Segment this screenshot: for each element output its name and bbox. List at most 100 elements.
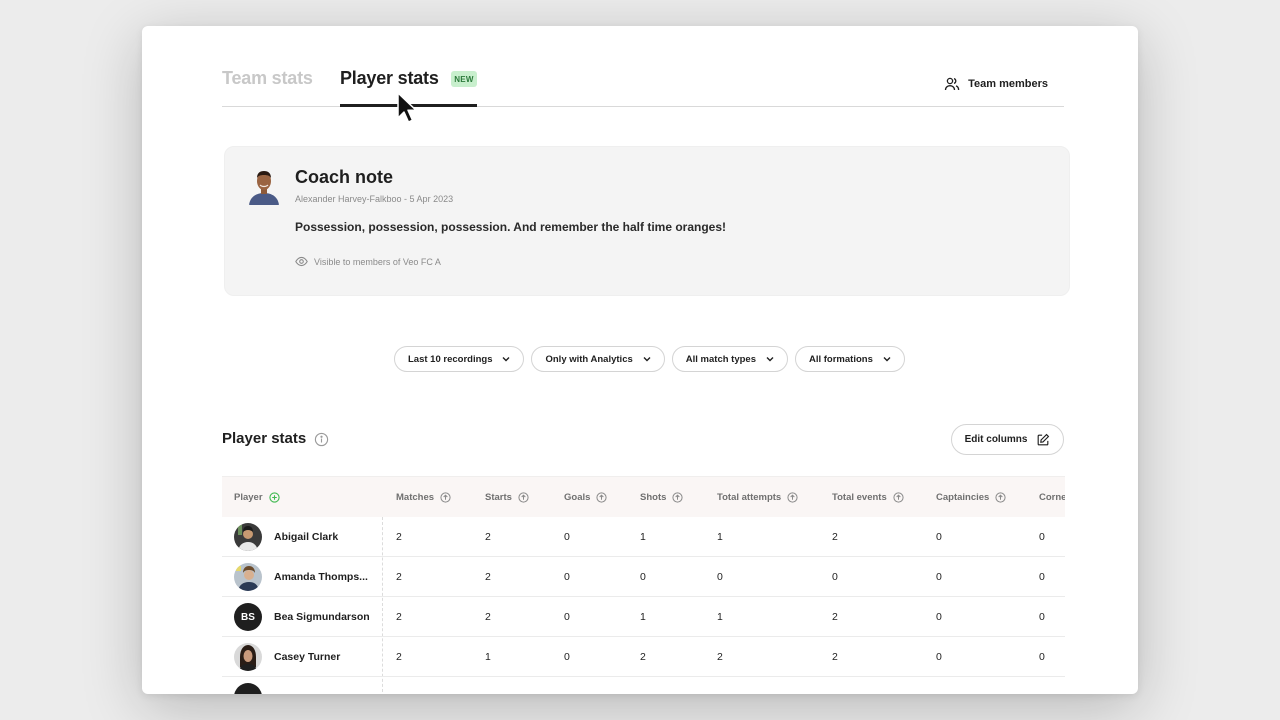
cell-total-events: 2 <box>832 531 838 543</box>
player-name[interactable]: Abigail Clark <box>274 531 338 543</box>
team-members-label: Team members <box>968 78 1048 90</box>
col-player-label: Player <box>234 492 263 503</box>
team-members-button[interactable]: Team members <box>944 76 1048 92</box>
info-icon[interactable] <box>314 432 329 447</box>
filter-match-types[interactable]: All match types <box>671 346 788 372</box>
col-starts-label: Starts <box>485 492 512 503</box>
edit-icon <box>1038 433 1050 445</box>
filter-analytics[interactable]: Only with Analytics <box>531 346 665 372</box>
col-total-events-label: Total events <box>832 492 887 503</box>
add-circle-icon[interactable] <box>268 492 280 503</box>
cell-goals: 0 <box>564 571 570 583</box>
chevron-down-icon <box>502 357 510 362</box>
cell-captaincies: 0 <box>936 611 942 623</box>
col-matches[interactable]: Matches <box>396 492 451 503</box>
chevron-down-icon <box>883 357 891 362</box>
chevron-down-icon <box>643 357 651 362</box>
coach-note-card: Coach note Alexander Harvey-Falkboo - 5 … <box>224 146 1070 296</box>
player-name[interactable]: Bea Sigmundarson <box>274 611 370 623</box>
col-captaincies[interactable]: Captaincies <box>936 492 1006 503</box>
cell-total-attempts: 1 <box>717 531 723 543</box>
filter-recordings[interactable]: Last 10 recordings <box>394 346 525 372</box>
table-header: Player Matches Starts Goals Shots Total … <box>222 476 1065 517</box>
coach-avatar <box>247 167 281 205</box>
cell-corners: 0 <box>1039 651 1045 663</box>
table-row[interactable]: Amanda Thomps... 2 2 0 0 0 0 0 0 <box>222 557 1065 597</box>
table-row[interactable] <box>222 677 1065 694</box>
avatar <box>234 643 262 671</box>
sort-up-icon[interactable] <box>518 492 529 503</box>
col-player[interactable]: Player <box>234 492 280 503</box>
player-cell: Amanda Thomps... <box>234 563 368 591</box>
col-starts[interactable]: Starts <box>485 492 529 503</box>
tab-team-stats[interactable]: Team stats <box>222 68 313 89</box>
chevron-down-icon <box>766 357 774 362</box>
cell-captaincies: 0 <box>936 531 942 543</box>
cell-starts: 2 <box>485 611 491 623</box>
sort-up-icon[interactable] <box>995 492 1006 503</box>
cell-shots: 1 <box>640 531 646 543</box>
cell-goals: 0 <box>564 651 570 663</box>
table-row[interactable]: BS Bea Sigmundarson 2 2 0 1 1 2 0 0 <box>222 597 1065 637</box>
player-name[interactable]: Amanda Thomps... <box>274 571 368 583</box>
mouse-cursor-icon <box>397 92 417 123</box>
cell-shots: 0 <box>640 571 646 583</box>
cell-total-attempts: 2 <box>717 651 723 663</box>
sort-up-icon[interactable] <box>440 492 451 503</box>
visibility-label: Visible to members of Veo FC A <box>314 256 441 267</box>
filter-formations-label: All formations <box>808 353 873 365</box>
filter-analytics-label: Only with Analytics <box>545 353 633 365</box>
cell-captaincies: 0 <box>936 571 942 583</box>
sort-up-icon[interactable] <box>672 492 683 503</box>
avatar <box>234 523 262 551</box>
cell-goals: 0 <box>564 611 570 623</box>
avatar <box>234 683 262 694</box>
filter-formations[interactable]: All formations <box>794 346 905 372</box>
tab-player-stats[interactable]: Player stats <box>340 68 439 89</box>
sort-up-icon[interactable] <box>787 492 798 503</box>
avatar: BS <box>234 603 262 631</box>
cell-starts: 1 <box>485 651 491 663</box>
cell-shots: 2 <box>640 651 646 663</box>
cell-total-events: 0 <box>832 571 838 583</box>
col-shots[interactable]: Shots <box>640 492 683 503</box>
cell-corners: 0 <box>1039 571 1045 583</box>
cell-corners: 0 <box>1039 611 1045 623</box>
player-stats-title: Player stats <box>222 430 307 447</box>
edit-columns-label: Edit columns <box>964 434 1028 445</box>
sort-up-icon[interactable] <box>893 492 904 503</box>
users-icon <box>944 77 960 91</box>
eye-icon <box>295 256 308 267</box>
col-corners[interactable]: Corne <box>1039 492 1065 503</box>
col-goals[interactable]: Goals <box>564 492 607 503</box>
col-captaincies-label: Captaincies <box>936 492 990 503</box>
cell-starts: 2 <box>485 571 491 583</box>
sort-up-icon[interactable] <box>596 492 607 503</box>
app-window: Team stats Player stats NEW Team members <box>142 26 1138 694</box>
cell-matches: 2 <box>396 531 402 543</box>
col-goals-label: Goals <box>564 492 591 503</box>
table-row[interactable]: Abigail Clark 2 2 0 1 1 2 0 0 <box>222 517 1065 557</box>
player-cell: Abigail Clark <box>234 523 338 551</box>
col-total-events[interactable]: Total events <box>832 492 904 503</box>
filter-recordings-label: Last 10 recordings <box>408 353 493 365</box>
player-cell: BS Bea Sigmundarson <box>234 603 370 631</box>
player-stats-table: Player Matches Starts Goals Shots Total … <box>222 476 1065 694</box>
cell-captaincies: 0 <box>936 651 942 663</box>
col-total-attempts[interactable]: Total attempts <box>717 492 798 503</box>
table-row[interactable]: Casey Turner 2 1 0 2 2 2 0 0 <box>222 637 1065 677</box>
col-corners-label: Corne <box>1039 492 1065 503</box>
cell-total-events: 2 <box>832 651 838 663</box>
avatar <box>234 563 262 591</box>
player-cell <box>234 683 262 694</box>
cell-matches: 2 <box>396 571 402 583</box>
col-shots-label: Shots <box>640 492 667 503</box>
main-content: Team stats Player stats NEW Team members <box>222 26 1070 694</box>
cell-shots: 1 <box>640 611 646 623</box>
player-name[interactable]: Casey Turner <box>274 651 340 663</box>
cell-starts: 2 <box>485 531 491 543</box>
new-badge: NEW <box>451 71 477 87</box>
edit-columns-button[interactable]: Edit columns <box>951 424 1064 455</box>
coach-note-body: Possession, possession, possession. And … <box>295 220 727 234</box>
coach-note-title: Coach note <box>295 167 394 187</box>
